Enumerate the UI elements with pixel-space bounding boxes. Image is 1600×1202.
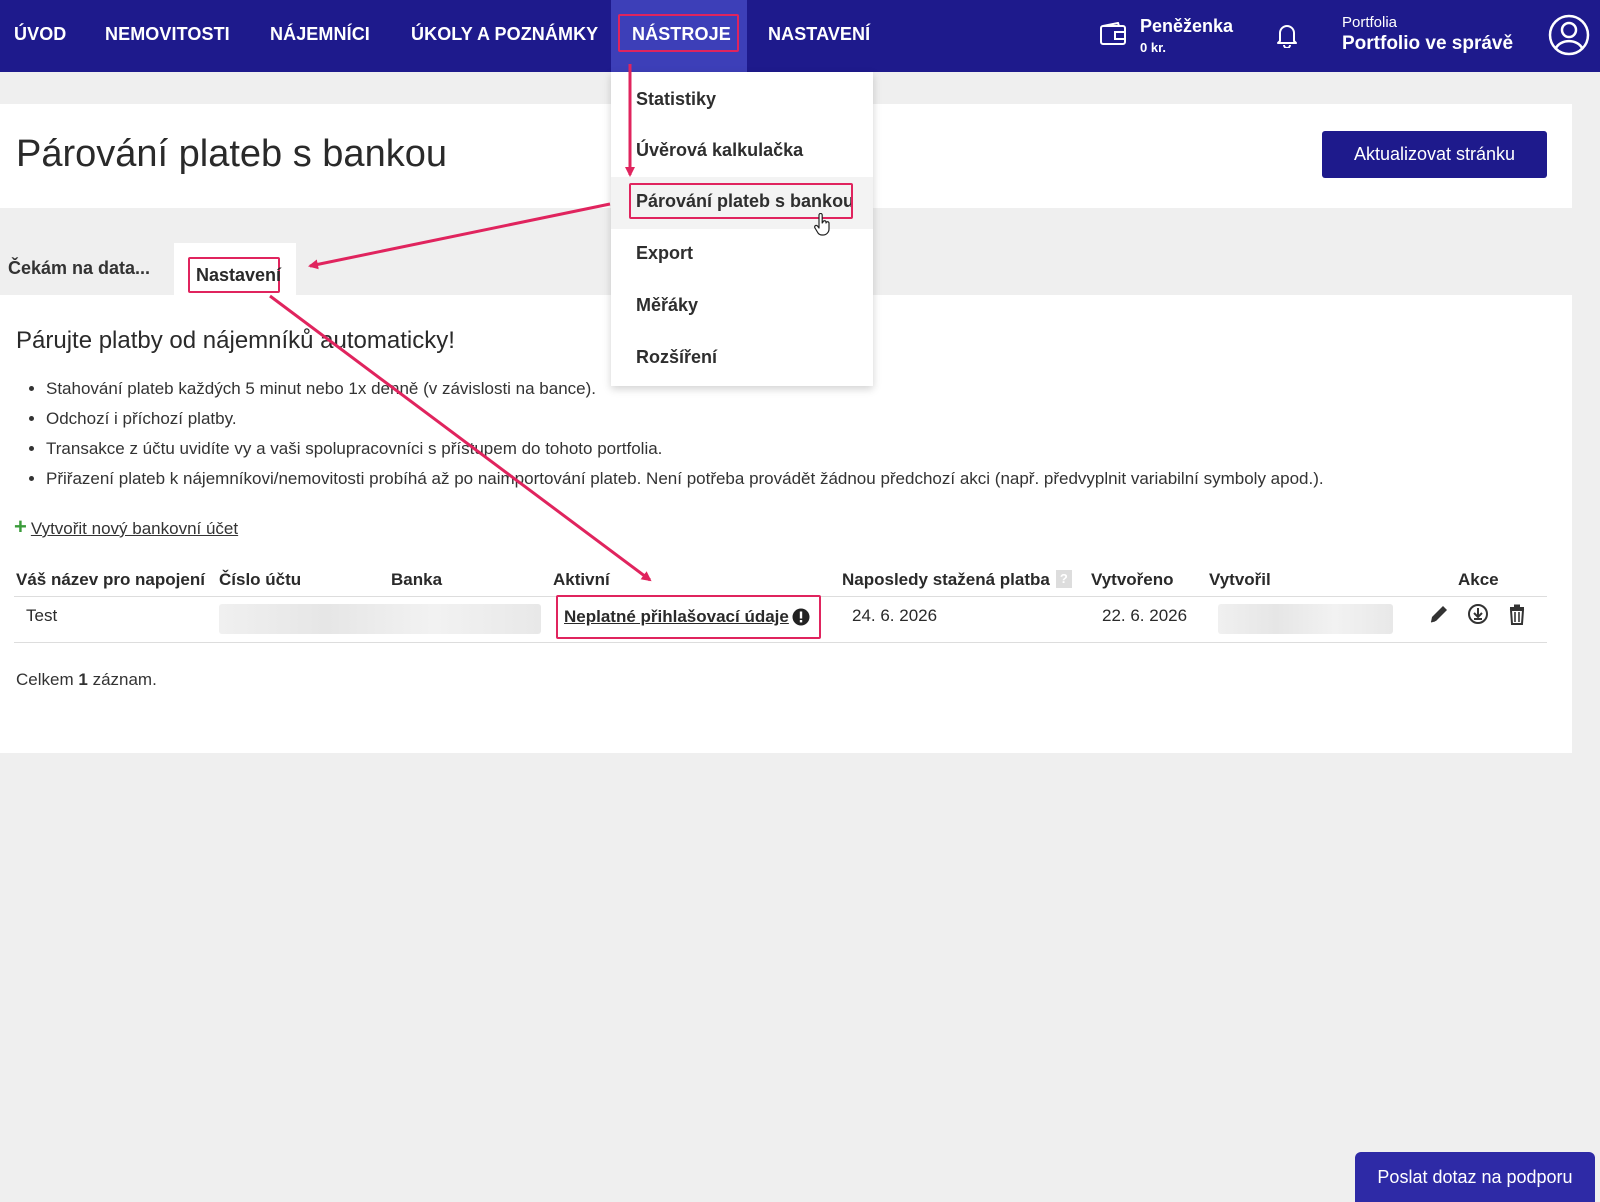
section-title: Párujte platby od nájemníků automaticky! [16, 327, 455, 354]
record-count-prefix: Celkem [16, 670, 74, 689]
column-header-account: Číslo účtu [219, 570, 302, 589]
row-created: 22. 6. 2026 [1102, 606, 1188, 625]
table-divider [14, 642, 1547, 643]
download-icon[interactable] [1467, 603, 1489, 625]
arrow-menu-to-tab [308, 202, 611, 270]
account-number-redacted [219, 604, 541, 634]
bell-icon[interactable] [1275, 22, 1299, 48]
tab-settings[interactable]: Nastavení [174, 243, 296, 295]
nav-item-nemovitosti[interactable]: NEMOVITOSTI [105, 0, 230, 72]
feature-item: Přiřazení plateb k nájemníkovi/nemovitos… [46, 464, 1324, 494]
column-header-last-payment: Naposledy stažená platba? [842, 570, 1072, 590]
support-button[interactable]: Poslat dotaz na podporu [1355, 1152, 1595, 1202]
menu-item-uverova-kalkulacka[interactable]: Úvěrová kalkulačka [636, 140, 803, 161]
tab-settings-label: Nastavení [188, 257, 281, 293]
trash-icon[interactable] [1506, 603, 1528, 625]
nav-highlight-box [618, 14, 739, 52]
record-count: Celkem 1 záznam. [16, 670, 157, 690]
column-header-actions: Akce [1458, 570, 1499, 589]
wallet-icon [1100, 22, 1126, 45]
menu-item-rozsireni[interactable]: Rozšíření [636, 347, 717, 368]
wallet-title: Peněženka [1140, 16, 1234, 36]
wallet-amount: 0 kr. [1140, 40, 1167, 55]
help-icon[interactable]: ? [1055, 570, 1072, 588]
column-header-created-by: Vytvořil [1209, 570, 1271, 589]
record-count-suffix: záznam. [92, 670, 157, 689]
plus-icon: + [14, 514, 27, 539]
row-name: Test [26, 606, 58, 625]
feature-item: Transakce z účtu uvidíte vy a vaši spolu… [46, 434, 1324, 464]
nav-item-nastaveni[interactable]: NASTAVENÍ [768, 0, 870, 72]
feature-item: Odchozí i příchozí platby. [46, 404, 1324, 434]
portfolio-selector[interactable]: Portfolio ve správě [1342, 33, 1513, 55]
status-cell-highlight: Neplatné přihlašovací údaje [556, 595, 821, 639]
nav-item-ukoly[interactable]: ÚKOLY A POZNÁMKY [411, 0, 598, 72]
row-last-payment: 24. 6. 2026 [852, 606, 938, 625]
warning-icon [792, 608, 810, 626]
user-icon[interactable] [1548, 14, 1590, 56]
column-header-last-payment-label: Naposledy stažená platba [842, 570, 1050, 589]
invalid-credentials-link[interactable]: Neplatné přihlašovací údaje [564, 607, 789, 627]
portfolio-label: Portfolia [1342, 14, 1398, 31]
menu-item-meraky[interactable]: Měřáky [636, 295, 698, 316]
top-navigation: ÚVOD NEMOVITOSTI NÁJEMNÍCI ÚKOLY A POZNÁ… [0, 0, 1600, 72]
column-header-created: Vytvořeno [1091, 570, 1174, 589]
refresh-page-button[interactable]: Aktualizovat stránku [1322, 131, 1547, 178]
nav-item-uvod[interactable]: ÚVOD [14, 0, 66, 72]
nav-item-najemnici[interactable]: NÁJEMNÍCI [270, 0, 370, 72]
created-by-redacted [1218, 604, 1393, 634]
column-header-name: Váš název pro napojení [16, 570, 205, 589]
pointer-hand-icon [814, 213, 830, 236]
feature-list: Stahování plateb každých 5 minut nebo 1x… [16, 374, 1324, 494]
tab-waiting[interactable]: Čekám na data... [8, 243, 150, 295]
edit-icon[interactable] [1428, 603, 1450, 625]
menu-item-statistiky[interactable]: Statistiky [636, 89, 716, 110]
column-header-active: Aktivní [553, 570, 610, 589]
add-bank-account-link[interactable]: Vytvořit nový bankovní účet [31, 519, 238, 538]
tools-dropdown-menu: Statistiky Úvěrová kalkulačka Párování p… [611, 72, 873, 386]
add-bank-account[interactable]: + Vytvořit nový bankovní účet [14, 514, 238, 540]
record-count-number: 1 [78, 670, 88, 689]
page-title: Párování plateb s bankou [16, 133, 447, 175]
column-header-bank: Banka [391, 570, 443, 589]
menu-item-export[interactable]: Export [636, 243, 693, 264]
